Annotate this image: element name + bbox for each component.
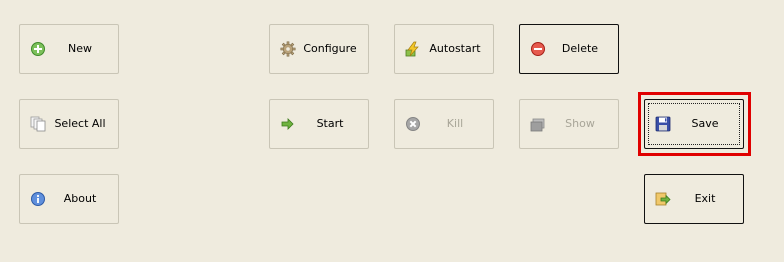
about-button[interactable]: About	[19, 174, 119, 224]
start-button[interactable]: Start	[269, 99, 369, 149]
autostart-button-label: Autostart	[429, 42, 481, 55]
info-icon	[30, 191, 46, 207]
window-icon	[530, 116, 546, 132]
start-button-label: Start	[316, 117, 344, 130]
delete-button-label: Delete	[561, 42, 599, 55]
gear-icon	[280, 41, 296, 57]
exit-icon	[655, 191, 671, 207]
new-button[interactable]: New	[19, 24, 119, 74]
exit-button-label: Exit	[694, 192, 716, 205]
floppy-disk-icon	[655, 116, 671, 132]
delete-button[interactable]: Delete	[519, 24, 619, 74]
save-button[interactable]: Save	[644, 99, 744, 149]
new-button-label: New	[68, 42, 92, 55]
configure-button[interactable]: Configure	[269, 24, 369, 74]
about-button-label: About	[63, 192, 97, 205]
save-button-label: Save	[691, 117, 719, 130]
configure-button-label: Configure	[303, 42, 357, 55]
exit-button[interactable]: Exit	[644, 174, 744, 224]
show-button[interactable]: Show	[519, 99, 619, 149]
close-circle-icon	[405, 116, 421, 132]
remove-icon	[530, 41, 546, 57]
show-button-label: Show	[565, 117, 595, 130]
arrow-right-icon	[280, 116, 296, 132]
select-all-button[interactable]: Select All	[19, 99, 119, 149]
pages-icon	[30, 116, 46, 132]
kill-button-label: Kill	[446, 117, 464, 130]
select-all-button-label: Select All	[54, 117, 106, 130]
kill-button[interactable]: Kill	[394, 99, 494, 149]
lightning-icon	[405, 41, 421, 57]
add-icon	[30, 41, 46, 57]
autostart-button[interactable]: Autostart	[394, 24, 494, 74]
